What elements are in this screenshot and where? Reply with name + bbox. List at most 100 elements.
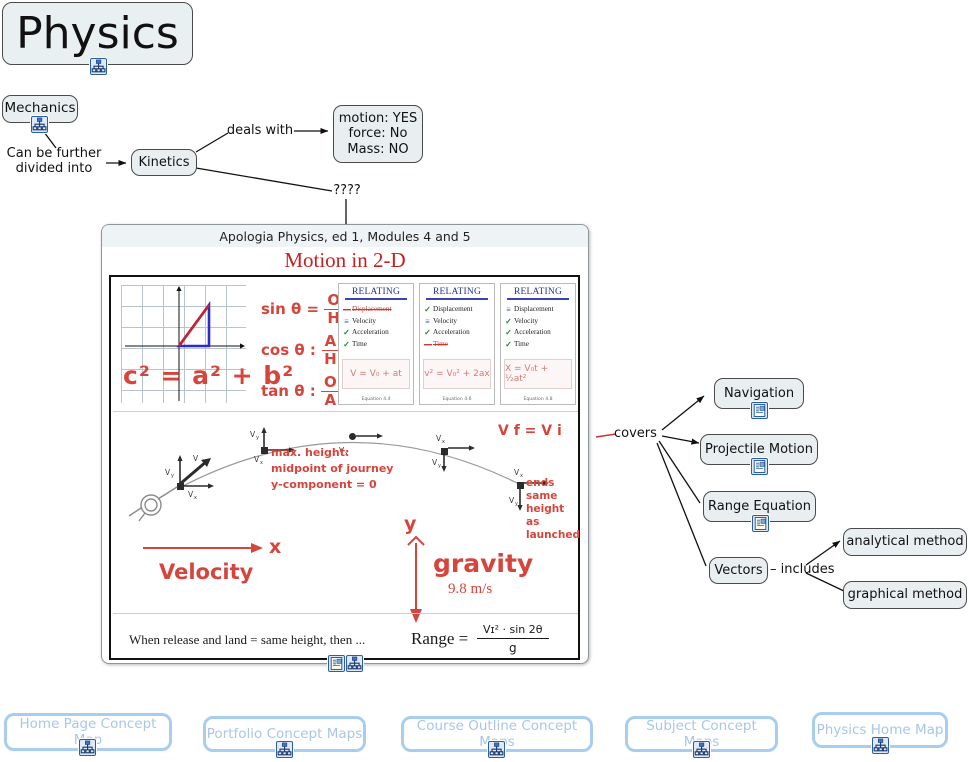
axis-x-label: x: [269, 536, 282, 558]
cos-identity: cos θ : A H: [261, 334, 340, 367]
list-item: ≡ Velocity: [344, 316, 376, 326]
list-item: ✓ Time: [505, 339, 529, 349]
concept-map-icon[interactable]: [90, 58, 107, 75]
sin-identity: sin θ = O H: [261, 293, 344, 326]
list-item: ✓ Velocity: [505, 316, 538, 326]
node-navigation-label: Navigation: [723, 385, 795, 401]
svg-text:y: y: [256, 435, 259, 441]
node-vectors-label: Vectors: [714, 562, 763, 578]
svg-text:x: x: [520, 473, 523, 479]
list-item: ✓ Acceleration: [505, 328, 551, 337]
node-physics[interactable]: Physics: [2, 2, 193, 65]
node-kinetics[interactable]: Kinetics: [131, 149, 197, 176]
divider: [345, 298, 407, 300]
node-vectors[interactable]: Vectors: [709, 557, 768, 584]
vf-equals-vi-label: V f = V i: [498, 423, 562, 439]
concept-map-icon[interactable]: [346, 655, 363, 672]
gravity-value: 9.8 m/s: [448, 581, 493, 597]
panel-header-text: Apologia Physics, ed 1, Modules 4 and 5: [219, 228, 471, 244]
relating-card-title: RELATING: [432, 287, 482, 297]
edge-label-covers: covers: [614, 426, 657, 441]
relating-card-equation: X = V₀t + ½at²: [504, 359, 572, 389]
relating-card-title: RELATING: [351, 287, 401, 297]
list-item: ≡ Displacement: [506, 305, 554, 314]
node-analytical-method-label: analytical method: [846, 534, 964, 550]
whiteboard-image: c² = a² + b² sin θ = O H cos θ : A H tan…: [109, 275, 580, 660]
relating-card: RELATING ✓ Displacement ≡ Velocity ✓ Accele…: [419, 283, 495, 405]
concept-map-icon[interactable]: [488, 741, 505, 758]
relating-card-equation: v² = V₀² + 2ax: [423, 359, 491, 389]
cos-fn: cos θ :: [261, 341, 316, 359]
link-label: Portfolio Concept Maps: [206, 726, 363, 742]
concept-map-icon[interactable]: [693, 741, 710, 758]
divider: [426, 298, 488, 300]
svg-text:y: y: [438, 463, 441, 469]
svg-text:V: V: [193, 454, 199, 463]
tan-fn: tan θ :: [261, 382, 316, 400]
resource-note-icon[interactable]: [751, 458, 768, 475]
cos-den: H: [324, 350, 337, 368]
gravity-label: gravity: [433, 549, 534, 578]
svg-text:y: y: [515, 501, 518, 507]
relating-card-items: ✓ Displacement ≡ Velocity ✓ Acceleration — T…: [424, 304, 490, 350]
link-label: Physics Home Map: [816, 722, 944, 738]
node-projectile-motion-label: Projectile Motion: [705, 441, 813, 457]
edge-label-includes: – includes: [770, 562, 835, 577]
list-item: ✓ Acceleration: [424, 328, 470, 337]
concept-map-icon[interactable]: [79, 739, 96, 756]
node-graphical-method-label: graphical method: [847, 587, 963, 603]
panel-header: Apologia Physics, ed 1, Modules 4 and 5: [102, 225, 588, 247]
range-denominator: g: [508, 641, 517, 655]
sin-fn: sin θ =: [261, 300, 320, 318]
tan-fraction: O A: [320, 375, 340, 409]
tan-num: O: [320, 375, 340, 392]
node-graphical-method[interactable]: graphical method: [843, 581, 967, 609]
concept-map-icon[interactable]: [872, 737, 889, 754]
resource-panel-motion-2d[interactable]: Apologia Physics, ed 1, Modules 4 and 5 …: [101, 224, 589, 664]
relating-card: RELATING ≡ Displacement ✓ Velocity ✓ Accele…: [500, 283, 576, 405]
edge-label-deals-with: deals with: [226, 123, 294, 138]
divider: [113, 411, 578, 412]
svg-text:x: x: [260, 460, 263, 466]
node-motion-facts[interactable]: motion: YES force: No Mass: NO: [333, 105, 423, 163]
tan-identity: tan θ : O A: [261, 375, 340, 408]
ends-same-height-note: ends same height as launched: [526, 477, 580, 541]
relating-card-items: — Displacement ≡ Velocity ✓ Acceleration ✓ T…: [343, 304, 409, 350]
node-physics-label: Physics: [16, 7, 179, 59]
divider: [113, 613, 578, 614]
tan-den: A: [324, 391, 337, 409]
range-equation-label: Range =: [411, 629, 469, 648]
cos-num: A: [321, 334, 340, 351]
list-item: ✓ Time: [343, 339, 367, 349]
relating-card-items: ≡ Displacement ✓ Velocity ✓ Acceleration ✓ T…: [505, 304, 571, 350]
resource-note-icon[interactable]: [752, 515, 769, 532]
range-numerator: Vɪ² · sin 2θ: [477, 623, 549, 639]
relating-card-footnote: Equation 4.4: [361, 397, 391, 402]
concept-map-canvas: Physics Mechanics Can be further divided…: [0, 0, 969, 762]
node-range-equation-label: Range Equation: [708, 498, 811, 514]
gravity-axis-arrow: [407, 535, 425, 623]
list-item: — Displacement: [343, 305, 392, 314]
axis-y-label: y: [404, 513, 417, 535]
edge-label-divided-into: Can be further divided into: [6, 146, 102, 177]
concept-map-icon[interactable]: [276, 741, 293, 758]
relating-card-equation: V = V₀ + at: [342, 359, 410, 389]
svg-text:x: x: [442, 439, 445, 445]
svg-text:x: x: [194, 495, 197, 501]
cos-fraction: A H: [321, 334, 340, 367]
node-motion-facts-label: motion: YES force: No Mass: NO: [338, 111, 418, 157]
relating-card-title: RELATING: [513, 287, 563, 297]
node-kinetics-label: Kinetics: [138, 154, 190, 170]
node-mechanics-label: Mechanics: [4, 100, 76, 117]
concept-map-icon[interactable]: [31, 116, 48, 133]
panel-footer-note: When release and land = same height, the…: [129, 632, 366, 647]
max-height-note: max. height: midpoint of journey y-compo…: [271, 446, 394, 491]
panel-title: Motion in 2-D: [102, 247, 588, 274]
resource-note-icon[interactable]: [328, 655, 345, 672]
resource-note-icon[interactable]: [751, 402, 768, 419]
relating-card: RELATING — Displacement ≡ Velocity ✓ Accele…: [338, 283, 414, 405]
divider: [507, 298, 569, 300]
relating-card-footnote: Equation 4.8: [523, 397, 553, 402]
node-analytical-method[interactable]: analytical method: [843, 528, 967, 556]
list-item: ≡ Velocity: [425, 316, 457, 326]
